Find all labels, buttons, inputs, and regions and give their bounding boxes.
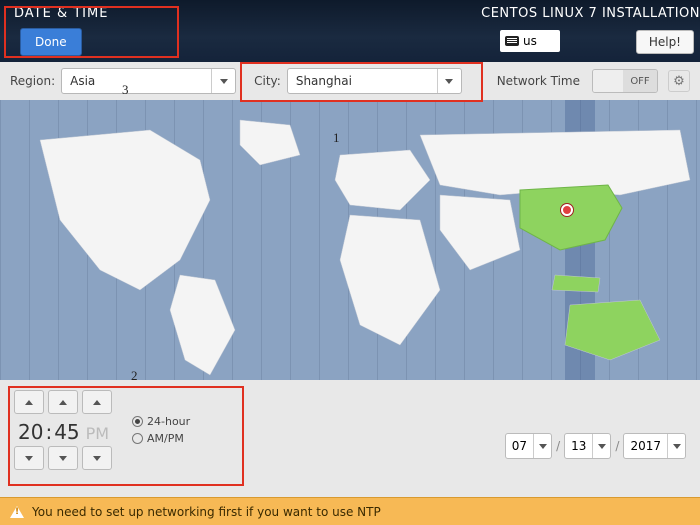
date-picker: 07 / 13 / 2017 bbox=[505, 433, 686, 459]
done-button[interactable]: Done bbox=[20, 28, 82, 56]
chevron-down-icon bbox=[93, 456, 101, 461]
format-24h-label: 24-hour bbox=[147, 415, 190, 428]
chevron-up-icon bbox=[93, 400, 101, 405]
chevron-up-icon bbox=[25, 400, 33, 405]
city-pin bbox=[561, 204, 573, 216]
chevron-down-icon bbox=[598, 444, 606, 449]
chevron-down-icon bbox=[445, 79, 453, 84]
chevron-down-icon bbox=[25, 456, 33, 461]
city-combo[interactable]: Shanghai bbox=[287, 68, 462, 94]
chevron-down-icon bbox=[539, 444, 547, 449]
hour-up-button[interactable] bbox=[14, 390, 44, 414]
network-time-switch[interactable]: OFF bbox=[592, 69, 658, 93]
selector-row: Region: Asia City: Shanghai Network Time… bbox=[0, 62, 700, 100]
city-label: City: bbox=[254, 74, 281, 88]
month-combo[interactable]: 07 bbox=[505, 433, 552, 459]
annotation-3: 3 bbox=[122, 82, 129, 98]
city-value: Shanghai bbox=[288, 74, 437, 88]
month-value: 07 bbox=[506, 439, 533, 453]
ampm-down-button[interactable] bbox=[82, 446, 112, 470]
region-combo[interactable]: Asia bbox=[61, 68, 236, 94]
chevron-up-icon bbox=[59, 400, 67, 405]
timezone-map[interactable]: 1 bbox=[0, 100, 700, 380]
installer-title: CENTOS LINUX 7 INSTALLATION bbox=[481, 6, 700, 21]
switch-on-side bbox=[593, 70, 623, 92]
region-value: Asia bbox=[62, 74, 211, 88]
year-combo[interactable]: 2017 bbox=[623, 433, 686, 459]
network-time-label: Network Time bbox=[497, 74, 580, 88]
time-minutes: 45 bbox=[54, 420, 79, 444]
help-button[interactable]: Help! bbox=[636, 30, 694, 54]
annotation-1: 1 bbox=[333, 130, 340, 146]
year-value: 2017 bbox=[624, 439, 667, 453]
city-dropdown-button[interactable] bbox=[437, 69, 461, 93]
date-sep: / bbox=[556, 439, 560, 453]
day-combo[interactable]: 13 bbox=[564, 433, 611, 459]
world-map-svg bbox=[0, 100, 700, 380]
time-ampm: PM bbox=[86, 424, 109, 443]
chevron-down-icon bbox=[673, 444, 681, 449]
hour-down-button[interactable] bbox=[14, 446, 44, 470]
header-bar: DATE & TIME Done CENTOS LINUX 7 INSTALLA… bbox=[0, 0, 700, 62]
time-date-panel: 20:45 PM 24-hour AM/PM 07 / 13 / 2017 bbox=[0, 380, 700, 485]
chevron-down-icon bbox=[59, 456, 67, 461]
region-dropdown-button[interactable] bbox=[211, 69, 235, 93]
warning-text: You need to set up networking first if y… bbox=[32, 505, 381, 519]
time-hours: 20 bbox=[18, 420, 43, 444]
date-sep: / bbox=[615, 439, 619, 453]
switch-off-side: OFF bbox=[623, 70, 657, 92]
format-ampm-radio[interactable]: AM/PM bbox=[132, 432, 190, 445]
keyboard-icon bbox=[505, 36, 519, 46]
radio-dot-icon bbox=[135, 419, 140, 424]
ampm-up-button[interactable] bbox=[82, 390, 112, 414]
minute-down-button[interactable] bbox=[48, 446, 78, 470]
day-value: 13 bbox=[565, 439, 592, 453]
format-24h-radio[interactable]: 24-hour bbox=[132, 415, 190, 428]
warning-bar: You need to set up networking first if y… bbox=[0, 497, 700, 525]
time-format-group: 24-hour AM/PM bbox=[132, 415, 190, 445]
minute-up-button[interactable] bbox=[48, 390, 78, 414]
format-ampm-label: AM/PM bbox=[147, 432, 184, 445]
keyboard-layout-indicator[interactable]: us bbox=[500, 30, 560, 52]
gear-icon: ⚙ bbox=[673, 74, 685, 89]
keyboard-layout-text: us bbox=[523, 34, 537, 48]
region-label: Region: bbox=[10, 74, 55, 88]
chevron-down-icon bbox=[220, 79, 228, 84]
time-display: 20:45 PM bbox=[16, 420, 111, 444]
ntp-settings-button[interactable]: ⚙ bbox=[668, 70, 690, 92]
warning-icon bbox=[10, 506, 24, 518]
